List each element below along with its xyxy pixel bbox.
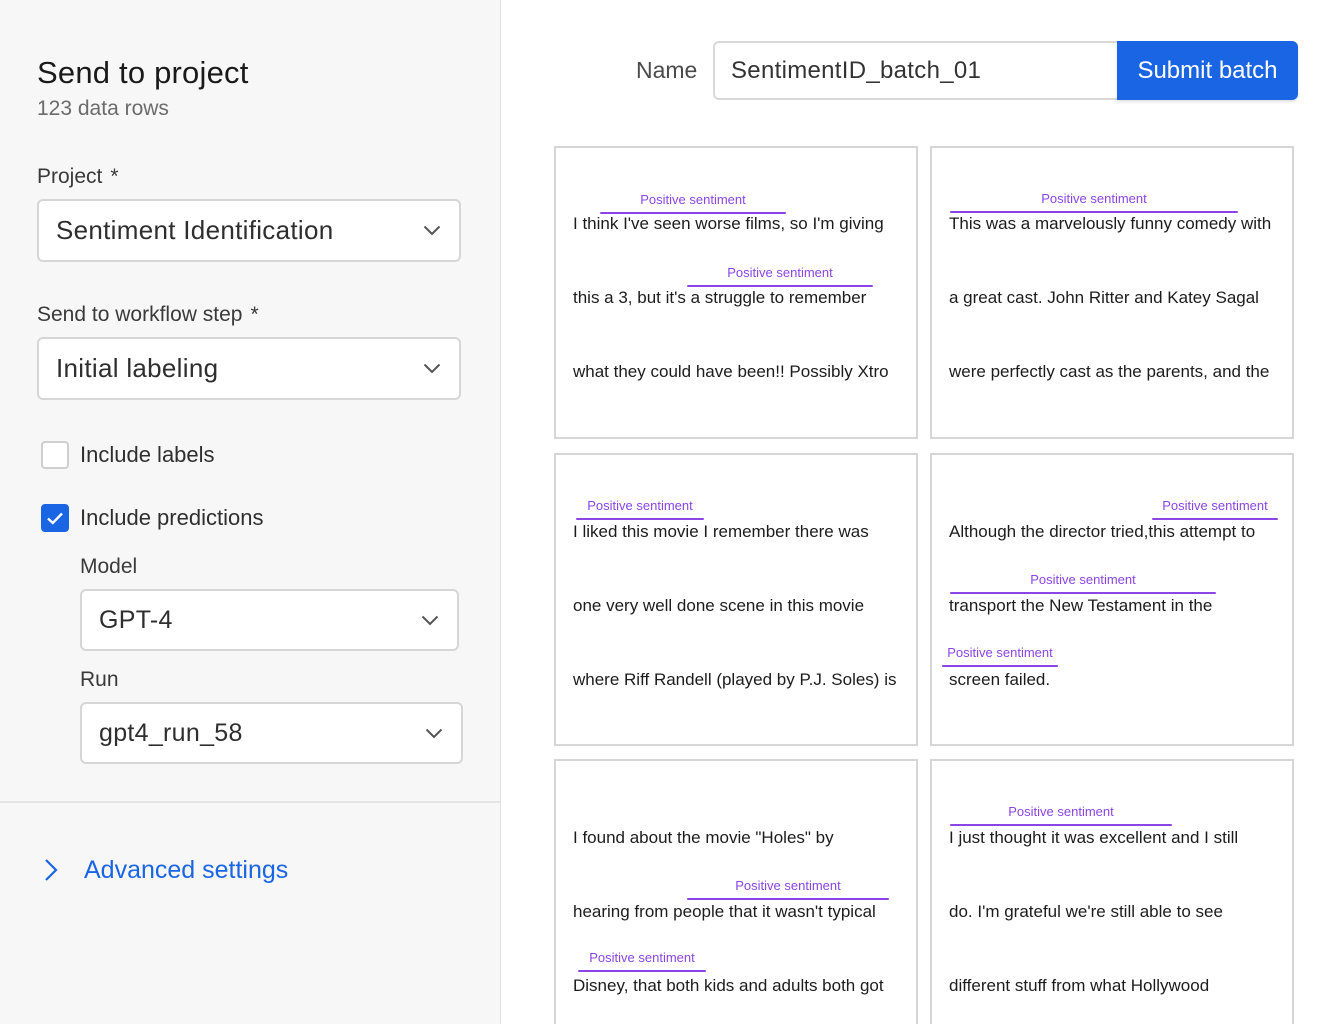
include-predictions-checkbox[interactable] xyxy=(41,504,69,532)
required-marker: * xyxy=(250,303,259,326)
annotation-label: Positive sentiment xyxy=(1162,498,1268,513)
advanced-settings-label: Advanced settings xyxy=(84,855,289,884)
sentiment-annotation[interactable]: Positive sentiment xyxy=(1152,498,1278,520)
data-row-card[interactable]: I found about the movie "Holes" by Posit… xyxy=(554,759,918,1024)
data-row-card[interactable]: Positive sentiment This was a marvelousl… xyxy=(930,146,1294,439)
sentiment-annotation[interactable]: Positive sentiment xyxy=(578,950,706,972)
model-select-value: GPT-4 xyxy=(99,605,173,634)
panel-title: Send to project xyxy=(37,55,249,90)
text-line: I liked this movie I remember there was xyxy=(573,522,869,541)
advanced-settings-toggle[interactable]: Advanced settings xyxy=(44,852,288,888)
include-labels-label: Include labels xyxy=(80,442,215,467)
sentiment-annotation[interactable]: Positive sentiment xyxy=(576,498,704,520)
annotation-underline xyxy=(1152,518,1278,520)
batch-name-label: Name xyxy=(636,57,698,83)
include-predictions-label: Include predictions xyxy=(80,505,264,530)
include-predictions-checkbox-row[interactable]: Include predictions xyxy=(41,504,263,532)
annotation-underline xyxy=(950,592,1216,594)
annotation-underline xyxy=(576,518,704,520)
text-line: were perfectly cast as the parents, and … xyxy=(949,362,1270,381)
annotation-underline xyxy=(687,285,873,287)
text-line: different stuff from what Hollywood xyxy=(949,976,1210,995)
annotation-label: Positive sentiment xyxy=(735,878,841,893)
chevron-down-icon xyxy=(421,220,443,242)
workflow-step-select[interactable]: Initial labeling xyxy=(37,337,461,400)
annotation-underline xyxy=(950,211,1238,213)
include-labels-checkbox[interactable] xyxy=(41,441,69,469)
project-field-label: Project * xyxy=(37,165,119,189)
project-select[interactable]: Sentiment Identification xyxy=(37,199,461,262)
submit-batch-button[interactable]: Submit batch xyxy=(1117,41,1298,100)
sentiment-annotation[interactable]: Positive sentiment xyxy=(600,192,786,214)
run-select[interactable]: gpt4_run_58 xyxy=(80,702,463,764)
model-label: Model xyxy=(80,555,138,578)
sentiment-annotation[interactable]: Positive sentiment xyxy=(950,572,1216,594)
annotation-label: Positive sentiment xyxy=(1041,191,1147,206)
data-row-card[interactable]: Positive sentiment I think I've seen wor… xyxy=(554,146,918,439)
text-line: This was a marvelously funny comedy with xyxy=(949,214,1272,233)
annotation-label: Positive sentiment xyxy=(640,192,746,207)
text-line: I found about the movie "Holes" by xyxy=(573,828,834,847)
workflow-label-text: Send to workflow step xyxy=(37,303,243,326)
annotation-underline xyxy=(950,824,1172,826)
model-select[interactable]: GPT-4 xyxy=(80,589,459,651)
sentiment-annotation[interactable]: Positive sentiment xyxy=(687,878,889,900)
send-to-project-panel: Send to project 123 data rows Project * S… xyxy=(0,0,501,1024)
chevron-down-icon xyxy=(421,358,443,380)
annotation-label: Positive sentiment xyxy=(589,950,695,965)
text-line: hearing from people that it wasn't typic… xyxy=(573,902,876,921)
workflow-field-label: Send to workflow step * xyxy=(37,303,259,327)
text-line: where Riff Randell (played by P.J. Soles… xyxy=(573,670,897,689)
sentiment-annotation[interactable]: Positive sentiment xyxy=(950,191,1238,213)
chevron-down-icon xyxy=(423,722,445,744)
annotation-label: Positive sentiment xyxy=(1030,572,1136,587)
text-line: do. I'm grateful we're still able to see xyxy=(949,902,1223,921)
include-labels-checkbox-row[interactable]: Include labels xyxy=(41,441,215,469)
annotation-underline xyxy=(942,665,1058,667)
text-line: Although the director tried,this attempt… xyxy=(949,522,1256,541)
data-row-card[interactable]: Positive sentiment I just thought it was… xyxy=(930,759,1294,1024)
text-line: I think I've seen worse films, so I'm gi… xyxy=(573,214,884,233)
workflow-select-value: Initial labeling xyxy=(56,353,219,383)
panel-divider xyxy=(0,801,500,803)
chevron-down-icon xyxy=(419,609,441,631)
annotation-label: Positive sentiment xyxy=(727,265,833,280)
project-label-text: Project xyxy=(37,165,103,188)
text-line: this a 3, but it's a struggle to remembe… xyxy=(573,288,867,307)
annotation-label: Positive sentiment xyxy=(1008,804,1114,819)
required-marker: * xyxy=(110,165,119,188)
data-row-card[interactable]: Positive sentiment I liked this movie I … xyxy=(554,453,918,746)
project-select-value: Sentiment Identification xyxy=(56,215,334,245)
sentiment-annotation[interactable]: Positive sentiment xyxy=(687,265,873,287)
chevron-right-icon xyxy=(44,852,68,888)
text-line: one very well done scene in this movie xyxy=(573,596,865,615)
text-line: what they could have been!! Possibly Xtr… xyxy=(573,362,889,381)
checkmark-icon xyxy=(47,512,63,525)
text-line: I just thought it was excellent and I st… xyxy=(949,828,1239,847)
annotation-underline xyxy=(578,970,706,972)
text-line: screen failed. xyxy=(949,670,1051,689)
run-label: Run xyxy=(80,668,119,691)
run-select-value: gpt4_run_58 xyxy=(99,718,243,747)
data-row-card[interactable]: Positive sentiment Although the director… xyxy=(930,453,1294,746)
sentiment-annotation[interactable]: Positive sentiment xyxy=(942,645,1058,667)
text-line: transport the New Testament in the xyxy=(949,596,1213,615)
sentiment-annotation[interactable]: Positive sentiment xyxy=(950,804,1172,826)
data-row-count: 123 data rows xyxy=(37,97,169,120)
annotation-label: Positive sentiment xyxy=(947,645,1053,660)
annotation-label: Positive sentiment xyxy=(587,498,693,513)
text-line: a great cast. John Ritter and Katey Saga… xyxy=(949,288,1259,307)
text-line: Disney, that both kids and adults both g… xyxy=(573,976,884,995)
annotation-underline xyxy=(687,898,889,900)
batch-name-input[interactable] xyxy=(713,41,1123,100)
